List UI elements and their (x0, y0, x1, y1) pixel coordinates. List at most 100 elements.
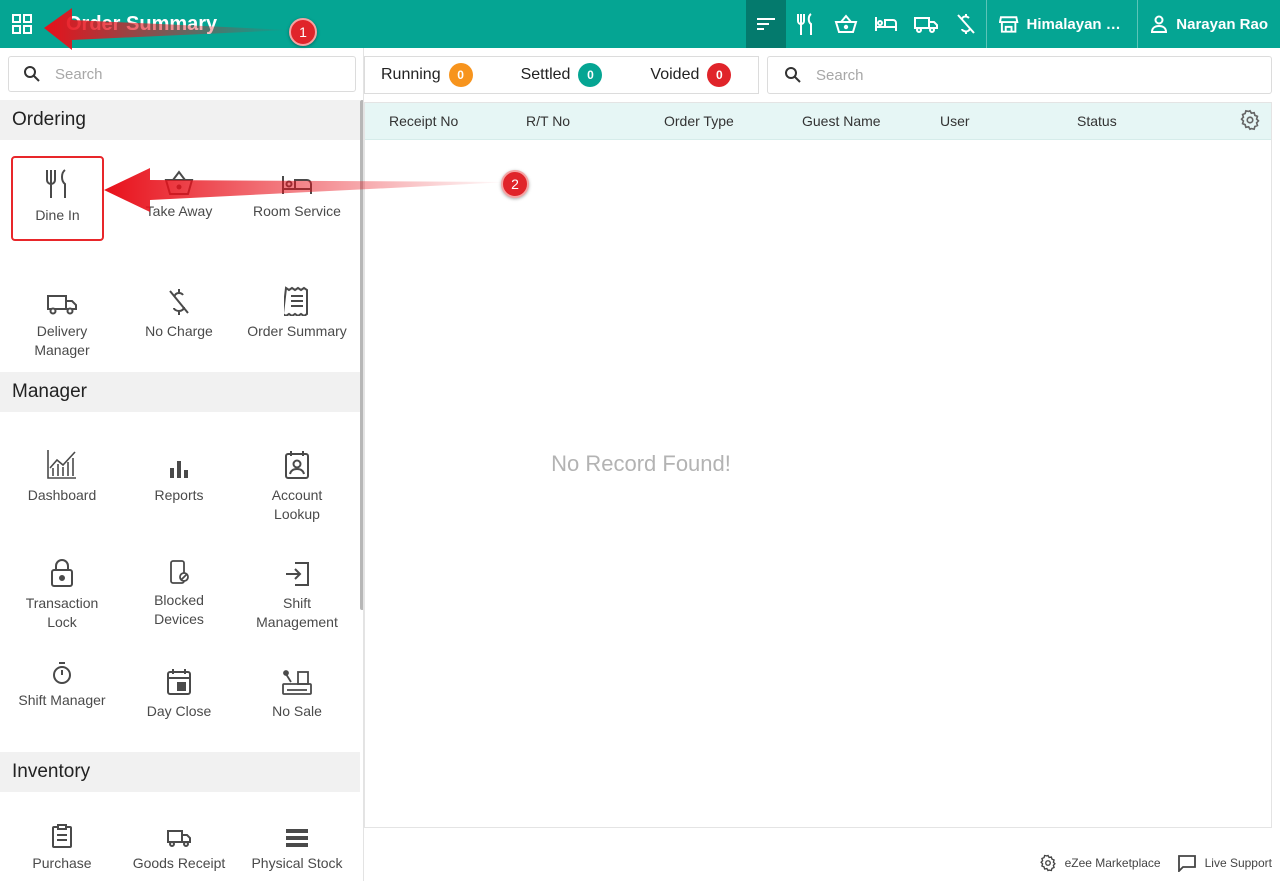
take-away-icon (834, 14, 858, 33)
count-badge: 0 (578, 63, 603, 87)
menu-no-sale[interactable]: No Sale (247, 656, 347, 721)
sort-icon (757, 18, 776, 30)
menu-label: No Sale (272, 703, 322, 719)
take-away-button[interactable] (826, 0, 866, 48)
menu-label: Day Close (146, 703, 212, 719)
menu-order-summary[interactable]: Order Summary (247, 276, 347, 341)
menu-day-close[interactable]: Day Close (129, 656, 229, 721)
column-header[interactable]: Status (1077, 113, 1117, 129)
room-service-button[interactable] (866, 0, 906, 48)
search-icon (24, 66, 40, 82)
gear-icon (1039, 854, 1056, 872)
section-inventory: Inventory (0, 752, 360, 792)
user-name: Narayan Rao (1176, 15, 1268, 33)
live-support-link[interactable]: Live Support (1177, 854, 1272, 872)
menu-label: Shift Management (256, 595, 338, 630)
take-away-icon (164, 170, 194, 195)
app-grid-button[interactable] (0, 0, 44, 48)
menu-label: Order Summary (247, 323, 347, 339)
section-ordering: Ordering (0, 100, 360, 140)
tab-voided[interactable]: Voided 0 (650, 63, 732, 87)
menu-label: Take Away (145, 203, 213, 219)
sidebar-menu: Ordering Dine In Take Away Room Service … (0, 48, 364, 881)
menu-label: Dashboard (27, 487, 97, 503)
menu-purchase[interactable]: Purchase (12, 816, 112, 873)
menu-reports[interactable]: Reports (129, 440, 229, 505)
step-badge: 2 (501, 170, 529, 198)
dine-in-icon (45, 169, 66, 198)
menu-take-away[interactable]: Take Away (129, 166, 229, 221)
menu-dashboard[interactable]: Dashboard (12, 440, 112, 505)
menu-label: Dine In (35, 207, 80, 223)
menu-dine-in[interactable]: Dine In (11, 156, 104, 241)
order-search (767, 56, 1272, 94)
user-menu[interactable]: Narayan Rao (1138, 0, 1280, 48)
dashboard-icon (47, 450, 76, 479)
column-header[interactable]: User (940, 113, 970, 129)
grid-icon (12, 14, 32, 34)
menu-blocked-devices[interactable]: Blocked Devices (129, 545, 229, 629)
delivery-icon (914, 17, 939, 33)
menu-shift-manager[interactable]: Shift Manager (12, 653, 112, 710)
cash-register-icon (282, 670, 312, 695)
column-header[interactable]: Order Type (664, 113, 734, 129)
sidebar-search (8, 56, 356, 92)
stack-icon (286, 829, 308, 847)
empty-state-message: No Record Found! (551, 451, 731, 476)
no-charge-button[interactable] (946, 0, 986, 48)
page-title: Order Summary (66, 12, 218, 35)
tab-label: Settled (520, 66, 571, 83)
sort-button[interactable] (746, 0, 787, 48)
menu-label: Reports (154, 487, 204, 503)
menu-transaction-lock[interactable]: Transaction Lock (12, 548, 112, 632)
column-header[interactable]: R/T No (526, 113, 570, 129)
dine-in-icon (797, 13, 813, 35)
receipt-icon (284, 286, 308, 316)
table-header: Receipt No R/T No Order Type Guest Name … (365, 103, 1271, 140)
delivery-icon (47, 295, 77, 315)
delivery-button[interactable] (906, 0, 946, 48)
footer-bar: eZee Marketplace Live Support (364, 845, 1280, 881)
timer-icon (53, 662, 71, 684)
column-header[interactable]: Receipt No (389, 113, 458, 129)
section-manager: Manager (0, 372, 360, 412)
menu-account-lookup[interactable]: Account Lookup (247, 440, 347, 524)
top-header: Order Summary Himalayan K... Narayan Rao (0, 0, 1280, 48)
bar-chart-icon (170, 461, 188, 478)
menu-label: Physical Stock (251, 855, 343, 871)
menu-delivery-manager[interactable]: Delivery Manager (12, 276, 112, 360)
step-badge: 1 (289, 18, 317, 46)
menu-no-charge[interactable]: No Charge (129, 276, 229, 341)
sidebar-search-input[interactable] (55, 65, 335, 83)
marketplace-link[interactable]: eZee Marketplace (1039, 854, 1161, 872)
chat-icon (1177, 855, 1196, 872)
menu-room-service[interactable]: Room Service (247, 166, 347, 221)
column-settings-button[interactable] (1239, 109, 1261, 136)
menu-label: Room Service (253, 203, 341, 219)
menu-label: Goods Receipt (132, 855, 226, 871)
menu-label: Purchase (32, 855, 92, 871)
order-search-input[interactable] (816, 66, 1256, 84)
menu-shift-management[interactable]: Shift Management (247, 548, 347, 632)
sign-in-icon (286, 562, 309, 586)
gear-icon (1240, 109, 1260, 131)
no-charge-icon (957, 14, 976, 34)
search-icon (785, 67, 801, 83)
room-service-icon (875, 17, 898, 31)
menu-label: Blocked Devices (154, 592, 204, 627)
tab-label: Running (381, 66, 441, 83)
menu-goods-receipt[interactable]: Goods Receipt (129, 816, 229, 873)
marketplace-label: eZee Marketplace (1064, 856, 1161, 870)
menu-label: Account Lookup (271, 487, 323, 522)
menu-label: Delivery Manager (34, 323, 90, 358)
column-header[interactable]: Guest Name (802, 113, 881, 129)
outlet-selector[interactable]: Himalayan K... (987, 0, 1137, 48)
truck-icon (167, 830, 191, 847)
user-icon (1151, 15, 1168, 33)
tab-settled[interactable]: Settled 0 (521, 63, 603, 87)
dine-in-button[interactable] (786, 0, 826, 48)
status-tabs: Running 0 Settled 0 Voided 0 (364, 56, 759, 94)
tab-running[interactable]: Running 0 (381, 63, 473, 87)
menu-physical-stock[interactable]: Physical Stock (247, 816, 347, 873)
room-service-icon (282, 176, 312, 194)
